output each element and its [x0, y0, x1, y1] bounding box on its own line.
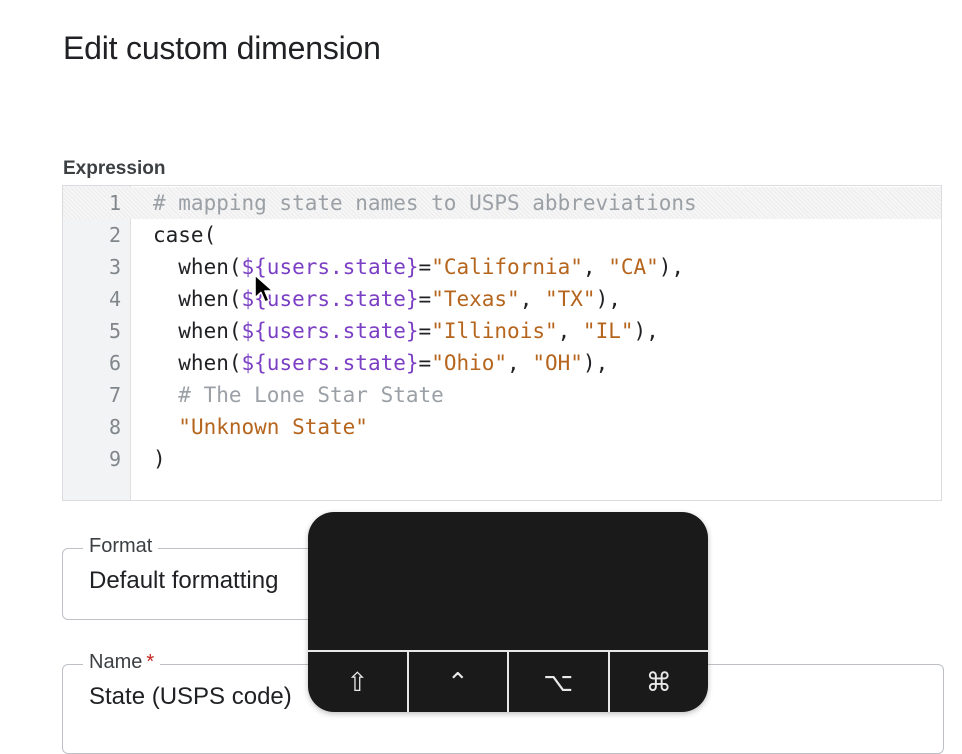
code-token-str: "TX"	[545, 287, 596, 311]
code-line[interactable]: 2 case(	[63, 219, 941, 251]
code-token-plain: when(	[153, 351, 242, 375]
code-token-plain: case(	[153, 223, 217, 247]
code-text: )	[153, 443, 166, 475]
code-token-str: "OH"	[532, 351, 583, 375]
code-token-str: "California"	[431, 255, 583, 279]
code-text: # The Lone Star State	[153, 379, 444, 411]
code-token-plain: =	[418, 351, 432, 375]
name-label: Name *	[83, 651, 161, 674]
code-line[interactable]: 7 # The Lone Star State	[63, 379, 941, 411]
code-token-plain: ),	[658, 255, 685, 279]
code-token-plain: when(	[153, 319, 242, 343]
code-line[interactable]: 8 "Unknown State"	[63, 411, 941, 443]
code-token-str: "CA"	[608, 255, 659, 279]
code-token-var: ${users.state}	[241, 319, 419, 343]
code-token-plain: ),	[595, 287, 621, 311]
code-token-plain: ),	[582, 351, 609, 375]
required-marker: *	[146, 651, 155, 673]
line-number: 5	[108, 319, 121, 343]
shift-key-icon: ⇧	[308, 652, 409, 712]
code-token-plain: ,	[519, 287, 545, 311]
code-token-str: "Ohio"	[431, 351, 508, 375]
code-token-plain: =	[418, 287, 432, 311]
code-line[interactable]: 9)	[63, 443, 941, 475]
expression-label: Expression	[63, 158, 166, 179]
code-text: # mapping state names to USPS abbreviati…	[153, 187, 697, 219]
line-number: 6	[108, 351, 121, 375]
code-token-comment: # The Lone Star State	[153, 383, 444, 407]
modifier-key-row: ⇧ ⌃ ⌥ ⌘	[308, 650, 708, 712]
line-number: 8	[108, 415, 121, 439]
name-input-value: State (USPS code)	[89, 683, 292, 710]
mouse-pointer-icon	[254, 274, 274, 303]
code-token-plain: )	[153, 447, 166, 471]
code-token-comment: # mapping state names to USPS abbreviati…	[153, 191, 697, 215]
code-text: when(${users.state}="California", "CA"),	[153, 251, 684, 283]
code-line[interactable]: 4 when(${users.state}="Texas", "TX"),	[63, 283, 941, 315]
code-text: "Unknown State"	[153, 411, 368, 443]
code-line[interactable]: 3 when(${users.state}="California", "CA"…	[63, 251, 941, 283]
page-title: Edit custom dimension	[63, 30, 381, 66]
code-line[interactable]: 5 when(${users.state}="Illinois", "IL"),	[63, 315, 941, 347]
keystroke-overlay: ⇧ ⌃ ⌥ ⌘	[308, 512, 708, 712]
code-line[interactable]: 1 # mapping state names to USPS abbreviat…	[63, 187, 941, 219]
code-token-str: "Texas"	[431, 287, 520, 311]
code-text: when(${users.state}="Illinois", "IL"),	[153, 315, 659, 347]
code-token-var: ${users.state}	[241, 351, 419, 375]
line-number: 9	[108, 447, 121, 471]
code-text: case(	[153, 219, 216, 251]
code-token-plain: when(	[153, 255, 242, 279]
code-line[interactable]: 6 when(${users.state}="Ohio", "OH"),	[63, 347, 941, 379]
code-text: when(${users.state}="Texas", "TX"),	[153, 283, 621, 315]
code-token-plain: ),	[633, 319, 659, 343]
format-label: Format	[83, 535, 159, 558]
keystroke-display	[308, 512, 708, 650]
format-value: Default formatting	[89, 567, 279, 594]
code-token-str: "Illinois"	[431, 319, 558, 343]
code-token-plain: ,	[507, 351, 533, 375]
expression-editor[interactable]: 1 # mapping state names to USPS abbreviat…	[62, 185, 942, 501]
line-number: 1	[108, 191, 121, 215]
option-key-icon: ⌥	[509, 652, 610, 712]
control-key-icon: ⌃	[409, 652, 509, 712]
code-text: when(${users.state}="Ohio", "OH"),	[153, 347, 608, 379]
line-number: 4	[108, 287, 121, 311]
code-token-plain: when(	[153, 287, 242, 311]
line-number: 7	[108, 383, 121, 407]
code-token-plain: =	[418, 319, 432, 343]
code-token-str: "IL"	[582, 319, 634, 343]
command-key-icon: ⌘	[645, 668, 672, 698]
line-number: 3	[108, 255, 121, 279]
code-token-plain: =	[418, 255, 432, 279]
code-token-str: "Unknown State"	[178, 415, 368, 439]
line-number: 2	[108, 223, 121, 247]
code-token-plain: ,	[582, 255, 609, 279]
code-token-plain: ,	[557, 319, 583, 343]
